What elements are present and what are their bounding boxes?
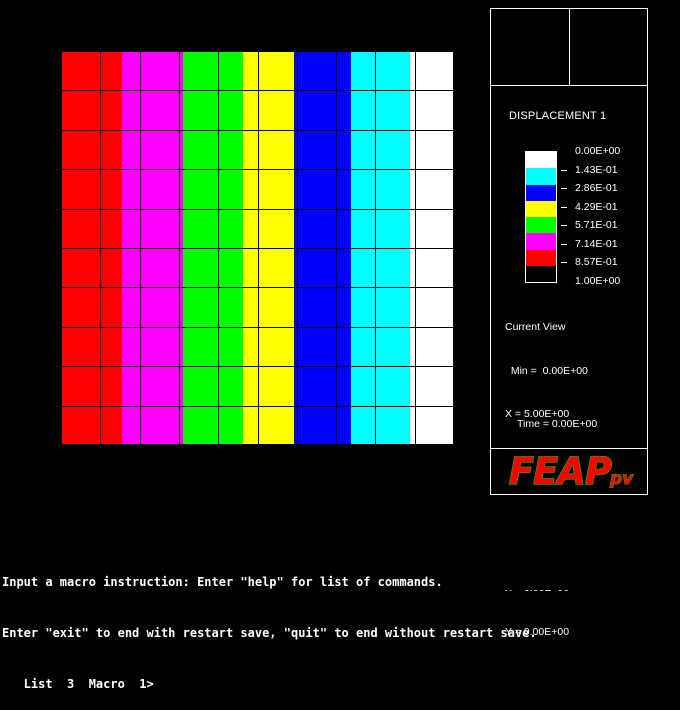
mesh-gridline-horizontal (61, 327, 454, 328)
colorbar-swatch-blue (526, 184, 556, 201)
colorbar-swatch-red (526, 249, 556, 266)
colorbar-label-3: 4.29E-01 (575, 200, 618, 213)
mesh-gridline-horizontal (61, 90, 454, 91)
colorbar-tick-2 (561, 188, 567, 190)
mesh-gridline-horizontal (61, 444, 454, 445)
colorbar-tick-3 (561, 206, 567, 208)
colorbar-swatch-cyan (526, 168, 556, 185)
colorbar-tick-6 (561, 262, 567, 264)
colorbar-tick-5 (561, 243, 567, 245)
colorbar-label-5: 7.14E-01 (575, 237, 618, 250)
mesh-gridline-horizontal (61, 287, 454, 288)
current-view-min: Min = 0.00E+00 (505, 364, 588, 377)
colorbar-label-1: 1.43E-01 (575, 163, 618, 176)
terminal-line-2: Enter "exit" to end with restart save, "… (2, 626, 537, 640)
logo-panel: FEAP pv (490, 448, 648, 495)
mesh-gridline-horizontal (61, 169, 454, 170)
colorbar-swatch-magenta (526, 233, 556, 250)
panel-top-right[interactable] (569, 8, 648, 86)
current-view-heading: Current View (505, 321, 566, 333)
mesh-gridline-horizontal (61, 209, 454, 210)
terminal-prompt[interactable]: List 3 Macro 1> (2, 676, 680, 693)
mesh-gridline-horizontal (61, 406, 454, 407)
colorbar-label-6: 8.57E-01 (575, 256, 618, 269)
current-view-spacer (505, 494, 591, 509)
colorbar-label-4: 5.71E-01 (575, 219, 618, 232)
time-label: Time = 0.00E+00 (517, 418, 598, 430)
colorbar-swatch-white (526, 152, 556, 169)
colorbar-label-0: 0.00E+00 (575, 145, 621, 157)
legend-title: DISPLACEMENT 1 (509, 110, 607, 122)
legend-panel: DISPLACEMENT 1 0.00E+00 1.43E-01 2.86E-01 4… (490, 85, 648, 638)
feap-logo-word: FEAP (508, 450, 613, 493)
colorbar-label-2: 2.86E-01 (575, 182, 618, 195)
terminal-console[interactable]: Input a macro instruction: Enter "help" … (0, 520, 680, 691)
terminal-line-1: Input a macro instruction: Enter "help" … (2, 575, 443, 589)
graphics-window: DISPLACEMENT 1 0.00E+00 1.43E-01 2.86E-01 4… (0, 0, 680, 638)
colorbar-swatch-yellow (526, 200, 556, 217)
mesh-gridline-horizontal (61, 366, 454, 367)
mesh-gridline-horizontal (61, 51, 454, 52)
colorbar-tick-4 (561, 225, 567, 227)
colorbar-swatch-green (526, 217, 556, 234)
feap-logo: FEAP pv (491, 449, 647, 494)
feap-logo-subscript: pv (610, 469, 634, 489)
mesh-plot[interactable] (61, 51, 454, 445)
mesh-gridline-horizontal (61, 130, 454, 131)
legend-colorbar (525, 151, 557, 283)
legend-colorbar-labels: 0.00E+00 1.43E-01 2.86E-01 4.29E-01 5.71E-01… (559, 143, 647, 289)
panel-top-left[interactable] (490, 8, 570, 86)
colorbar-tick-1 (561, 169, 567, 171)
colorbar-label-7: 1.00E+00 (575, 275, 621, 287)
mesh-gridline-horizontal (61, 248, 454, 249)
